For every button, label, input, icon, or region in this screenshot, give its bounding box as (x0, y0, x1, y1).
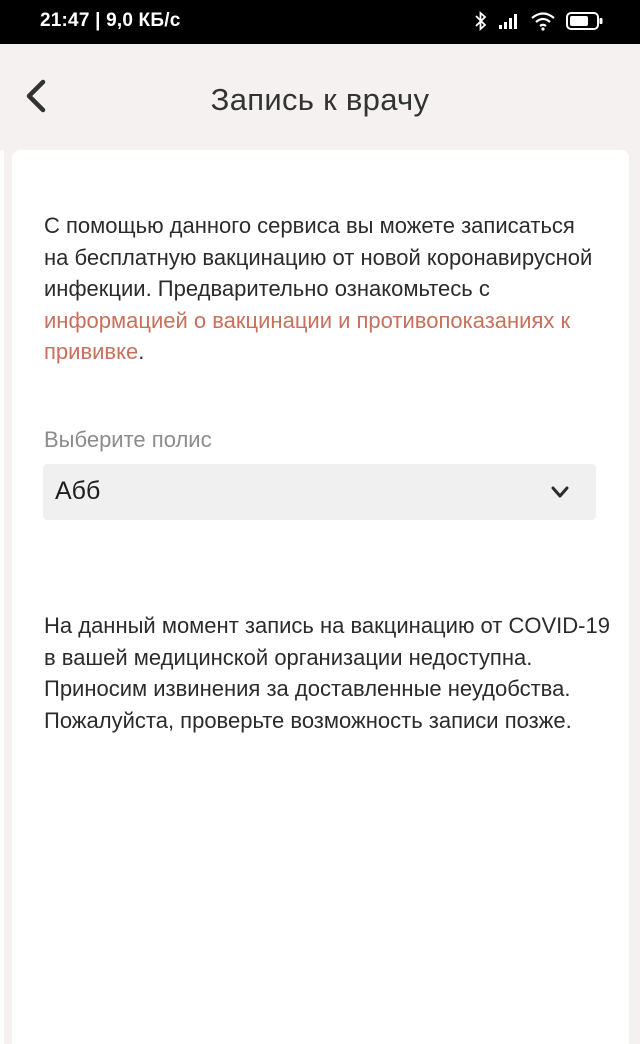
intro-text: С помощью данного сервиса вы можете запи… (44, 210, 604, 368)
background-card-edge (0, 150, 4, 1044)
policy-select-value: Абб (55, 477, 101, 505)
app-header: Запись к врачу (0, 44, 640, 150)
vaccination-info-link[interactable]: информацией о вакцинации и противопоказа… (44, 308, 570, 365)
status-bar: 21:47 | 9,0 КБ/с (0, 0, 640, 44)
signal-icon (498, 12, 520, 35)
wifi-icon (530, 11, 556, 36)
page-title: Запись к врачу (210, 82, 430, 117)
unavailable-notice: На данный момент запись на вакцинацию от… (44, 613, 610, 733)
battery-icon (566, 11, 604, 36)
policy-select[interactable]: Абб (43, 464, 596, 520)
intro-text-before: С помощью данного сервиса вы можете запи… (44, 213, 593, 301)
policy-label: Выберите полис (44, 427, 212, 452)
bluetooth-icon (474, 10, 488, 36)
chevron-down-icon (550, 482, 570, 502)
intro-text-after: . (138, 339, 145, 364)
status-time: 21:47 | 9,0 КБ/с (40, 10, 181, 31)
content-card: С помощью данного сервиса вы можете запи… (12, 150, 629, 1044)
status-icons (474, 10, 604, 36)
